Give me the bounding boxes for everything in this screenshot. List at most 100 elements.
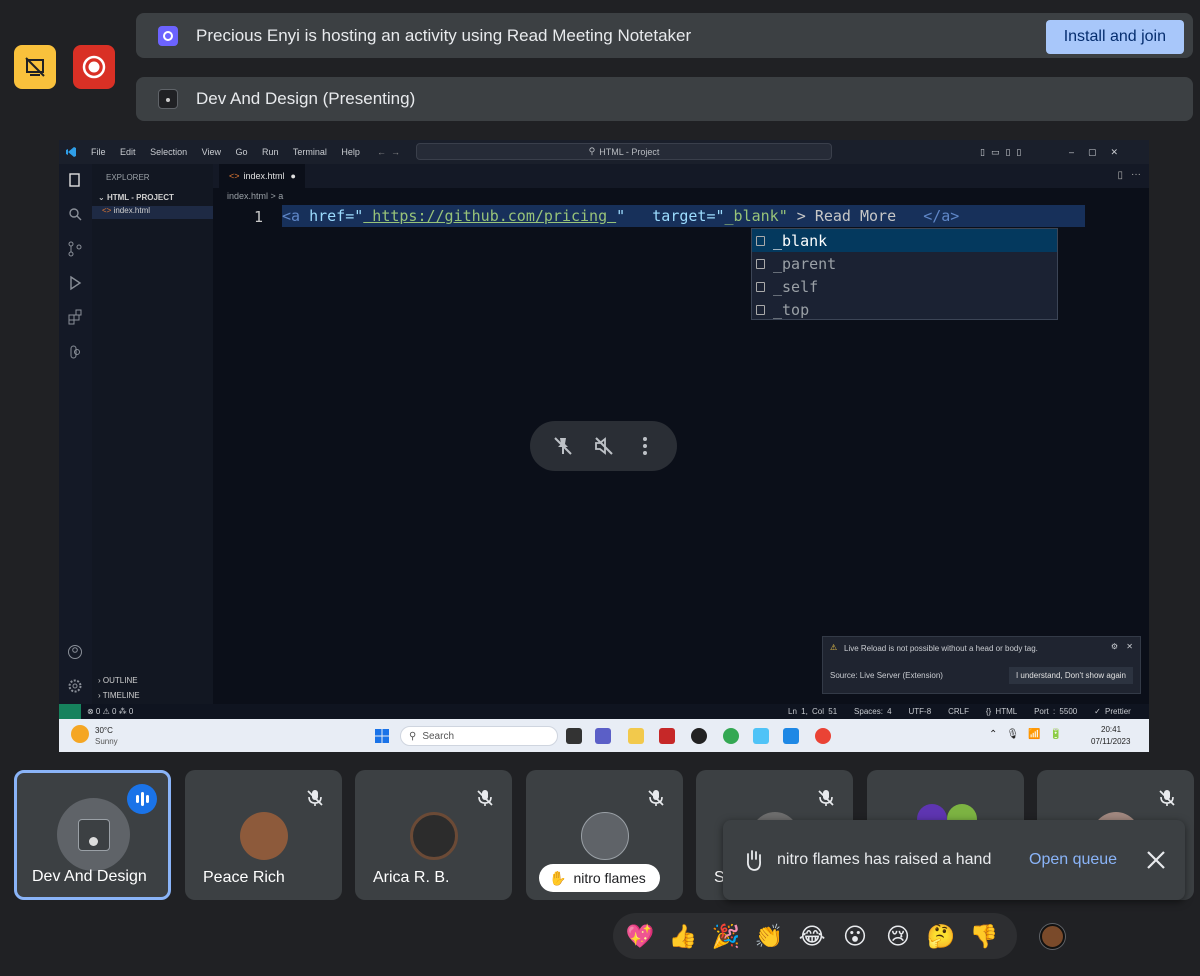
problems-status[interactable]: ⊗ 0 ⚠ 0 ⁂ 0 [87, 707, 133, 716]
code-line[interactable]: <a href=" https://github.com/pricing " t… [282, 205, 1085, 227]
menu-go[interactable]: Go [235, 147, 247, 157]
raised-hand-icon [746, 850, 762, 871]
avatar [410, 812, 458, 860]
extensions-icon[interactable] [67, 309, 83, 325]
suggestion-item[interactable]: _self [752, 275, 1057, 298]
run-debug-icon[interactable] [67, 275, 83, 291]
open-queue-button[interactable]: Open queue [1029, 851, 1117, 869]
menu-file[interactable]: File [91, 147, 106, 157]
start-icon[interactable] [374, 728, 390, 744]
mic-off-icon [1154, 785, 1180, 811]
status-cursor[interactable]: Ln 1, Col 51 [788, 707, 837, 716]
install-and-join-button[interactable]: Install and join [1045, 20, 1184, 54]
taskbar-search[interactable]: ⚲ Search [400, 726, 558, 746]
vscode-logo-icon [66, 147, 76, 157]
reaction-thinking[interactable]: 🤔 [923, 913, 959, 959]
clock-date[interactable]: 07/11/2023 [1091, 737, 1130, 746]
presenting-banner[interactable]: Dev And Design (Presenting) [136, 77, 1193, 121]
notice-dismiss-button[interactable]: I understand, Don't show again [1008, 667, 1133, 684]
presentation-float-controls [530, 421, 677, 471]
reaction-surprised[interactable]: 😮 [837, 913, 873, 959]
teams-icon[interactable] [595, 728, 611, 744]
more-actions-icon[interactable]: ··· [1131, 169, 1141, 180]
presentation-badge[interactable] [14, 45, 56, 89]
activity-banner: Precious Enyi is hosting an activity usi… [136, 13, 1193, 58]
project-folder[interactable]: ⌄ HTML - PROJECT [98, 193, 174, 202]
search-icon[interactable] [67, 206, 83, 222]
menu-run[interactable]: Run [262, 147, 279, 157]
menu-view[interactable]: View [202, 147, 221, 157]
code-text: > Read More [787, 207, 924, 225]
tab-index-html[interactable]: <> index.html ● [219, 164, 305, 188]
timeline-section[interactable]: › TIMELINE [98, 691, 140, 700]
vscode-command-center[interactable]: ⚲ HTML - Project [416, 143, 832, 160]
menu-selection[interactable]: Selection [150, 147, 187, 157]
notice-gear-icon[interactable]: ⚙ [1111, 642, 1118, 651]
status-eol[interactable]: CRLF [948, 707, 969, 716]
status-port[interactable]: Port : 5500 [1034, 707, 1077, 716]
code-quote: " [616, 207, 653, 225]
reaction-heart[interactable]: 💖 [622, 913, 658, 959]
figma-icon[interactable] [67, 344, 83, 360]
screen-share[interactable]: File Edit Selection View Go Run Terminal… [59, 140, 1149, 752]
status-prettier[interactable]: ✓ Prettier [1094, 707, 1131, 716]
tray-icons[interactable]: ⌃🎙📶🔋 [989, 729, 1071, 740]
mute-audio-icon[interactable] [593, 435, 615, 457]
notepad-icon[interactable] [753, 728, 769, 744]
command-center-label: HTML - Project [599, 146, 660, 157]
taskbar-search-label: Search [422, 730, 455, 742]
reaction-laugh[interactable]: 😂 [794, 913, 830, 959]
app-red-icon[interactable] [659, 728, 675, 744]
file-item[interactable]: <> index.html [92, 206, 213, 219]
window-controls[interactable]: –▢✕ [1069, 147, 1132, 158]
recording-badge[interactable] [73, 45, 115, 89]
skin-tone-picker[interactable] [1040, 924, 1065, 949]
more-options-icon[interactable] [634, 435, 656, 457]
reaction-party[interactable]: 🎉 [708, 913, 744, 959]
source-control-icon[interactable] [67, 241, 83, 257]
avatar [240, 812, 288, 860]
weather-icon[interactable] [71, 725, 89, 743]
status-encoding[interactable]: UTF-8 [909, 707, 932, 716]
dev-design-logo-icon [77, 818, 110, 851]
chrome-2-icon[interactable] [815, 728, 831, 744]
reaction-thumbs-down[interactable]: 👎 [966, 913, 1002, 959]
suggestion-item[interactable]: _blank [752, 229, 1057, 252]
unpin-icon[interactable] [552, 435, 574, 457]
status-spaces[interactable]: Spaces: 4 [854, 707, 892, 716]
taskview-icon[interactable] [566, 728, 582, 744]
reaction-thumbs-up[interactable]: 👍 [665, 913, 701, 959]
chrome-icon[interactable] [723, 728, 739, 744]
vscode-taskbar-icon[interactable] [783, 728, 799, 744]
file-explorer-icon[interactable] [628, 728, 644, 744]
code-target-attr: target=" [652, 207, 725, 225]
split-editor-icon[interactable]: ▯ [1117, 170, 1123, 181]
files-icon[interactable] [67, 172, 83, 188]
breadcrumb[interactable]: index.html > a [227, 191, 283, 201]
vscode-menu: File Edit Selection View Go Run Terminal… [91, 147, 372, 157]
notice-close-icon[interactable]: ✕ [1126, 642, 1133, 651]
suggestion-item[interactable]: _top [752, 298, 1057, 321]
status-language[interactable]: {} HTML [986, 707, 1017, 716]
settings-gear-icon[interactable] [67, 678, 83, 694]
outline-section[interactable]: › OUTLINE [98, 676, 138, 685]
layout-icons[interactable]: ▯▭▯▯ [980, 147, 1027, 158]
menu-terminal[interactable]: Terminal [293, 147, 327, 157]
obs-icon[interactable] [691, 728, 707, 744]
menu-help[interactable]: Help [341, 147, 360, 157]
close-icon[interactable] [1145, 849, 1167, 871]
clock-time[interactable]: 20:41 [1101, 725, 1121, 734]
account-icon[interactable] [67, 644, 83, 660]
participant-tile[interactable]: Arica R. B. [355, 770, 512, 900]
nav-arrows-icon[interactable]: ← → [377, 147, 400, 157]
reaction-clap[interactable]: 👏 [751, 913, 787, 959]
participant-tile[interactable]: Peace Rich [185, 770, 342, 900]
vscode-statusbar: ⊗ 0 ⚠ 0 ⁂ 0 Ln 1, Col 51 Spaces: 4 UTF-8… [59, 704, 1149, 719]
participant-tile[interactable]: Dev And Design [14, 770, 171, 900]
vscode-titlebar: File Edit Selection View Go Run Terminal… [59, 140, 1149, 164]
reaction-sad[interactable]: 😢 [880, 913, 916, 959]
menu-edit[interactable]: Edit [120, 147, 136, 157]
participant-tile[interactable]: ✋ nitro flames [526, 770, 683, 900]
remote-icon[interactable] [59, 704, 81, 719]
suggestion-item[interactable]: _parent [752, 252, 1057, 275]
